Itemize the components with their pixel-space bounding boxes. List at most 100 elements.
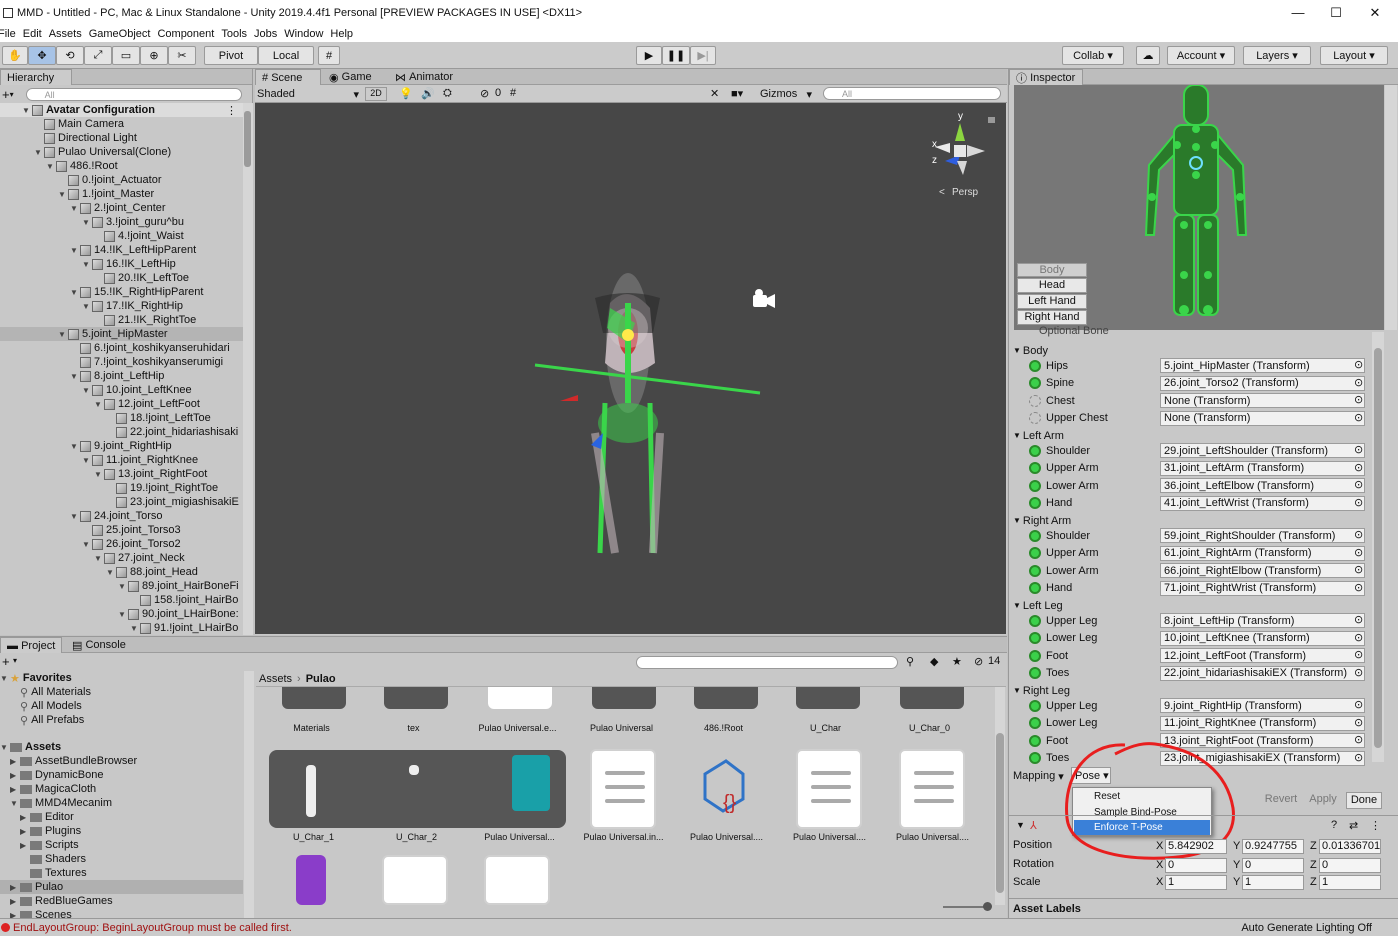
rect-tool-icon[interactable]: ▭ <box>112 46 140 65</box>
icon-size-slider-handle[interactable] <box>983 902 992 911</box>
menu-edit[interactable]: Edit <box>23 28 42 40</box>
object-picker-icon[interactable]: ⊙ <box>1354 581 1363 594</box>
asset-thumbnail[interactable] <box>694 687 758 709</box>
expand-triangle-icon[interactable]: ▼ <box>118 582 128 591</box>
object-picker-icon[interactable]: ⊙ <box>1354 443 1363 456</box>
bone-status-icon[interactable] <box>1029 667 1041 679</box>
bone-status-icon[interactable] <box>1029 462 1041 474</box>
hierarchy-scrollbar[interactable] <box>243 103 253 635</box>
project-folder-row[interactable]: ▶ Pulao <box>0 880 243 894</box>
bone-status-icon[interactable] <box>1029 699 1041 712</box>
folder-scrollbar[interactable] <box>244 671 254 919</box>
project-folder-row[interactable]: ▼ Assets <box>0 740 243 754</box>
hierarchy-search-input[interactable]: All <box>25 88 242 101</box>
expand-triangle-icon[interactable]: ▼ <box>118 610 128 619</box>
collab-button[interactable]: Collab ▾ <box>1062 46 1124 65</box>
breadcrumb-assets[interactable]: Assets <box>259 673 292 685</box>
hierarchy-row[interactable]: ▼ Pulao Universal(Clone) <box>0 145 243 159</box>
scale-y-field[interactable]: 1 <box>1242 875 1304 890</box>
bone-transform-field[interactable]: 41.joint_LeftWrist (Transform) <box>1160 495 1365 511</box>
lighting-status[interactable]: Auto Generate Lighting Off <box>1241 922 1372 934</box>
chevron-down-icon[interactable]: ▾ <box>10 90 14 99</box>
object-picker-icon[interactable]: ⊙ <box>1354 613 1363 626</box>
grid-snap-icon[interactable]: # <box>318 46 340 65</box>
hierarchy-row[interactable]: Directional Light <box>0 131 243 145</box>
bone-status-icon[interactable] <box>1029 752 1041 764</box>
pivot-button[interactable]: Pivot <box>204 46 258 65</box>
object-picker-icon[interactable]: ⊙ <box>1354 733 1363 746</box>
bone-status-icon[interactable] <box>1029 614 1041 627</box>
object-picker-icon[interactable]: ⊙ <box>1354 563 1363 576</box>
expand-triangle-icon[interactable]: ▼ <box>82 302 92 311</box>
lighting-icon[interactable]: 💡 <box>399 87 413 100</box>
expand-triangle-icon[interactable]: ▶ <box>20 841 30 850</box>
layout-button[interactable]: Layout ▾ <box>1320 46 1388 65</box>
bone-status-icon[interactable] <box>1029 632 1041 644</box>
project-folder-row[interactable]: ⚲ All Models <box>0 699 243 713</box>
asset-labels-header[interactable]: Asset Labels <box>1008 898 1398 918</box>
hierarchy-row[interactable]: Main Camera <box>0 117 243 131</box>
rotation-z-field[interactable]: 0 <box>1319 858 1381 873</box>
bone-status-icon[interactable] <box>1029 529 1041 542</box>
hand-tool-icon[interactable]: ✋ <box>2 46 28 65</box>
bone-status-icon[interactable] <box>1029 479 1041 492</box>
hierarchy-row[interactable]: ▼ 11.joint_RightKnee <box>0 453 243 467</box>
hierarchy-row[interactable]: ▼ 486.!Root <box>0 159 243 173</box>
expand-triangle-icon[interactable]: ▼ <box>94 470 104 479</box>
persp-label[interactable]: < <box>939 187 945 198</box>
right-hand-tab-button[interactable]: Right Hand <box>1017 310 1087 325</box>
pause-button[interactable]: ❚❚ <box>662 46 690 65</box>
expand-triangle-icon[interactable]: ▼ <box>0 674 10 683</box>
chevron-down-icon[interactable]: ▼ <box>1016 820 1025 830</box>
expand-triangle-icon[interactable]: ▶ <box>10 897 20 906</box>
scene-viewport[interactable]: y x z < Persp <box>255 103 1006 634</box>
expand-triangle-icon[interactable]: ▼ <box>94 554 104 563</box>
expand-triangle-icon[interactable]: ▶ <box>20 827 30 836</box>
hierarchy-row[interactable]: ▼ 9.joint_RightHip <box>0 439 243 453</box>
filter-label-icon[interactable]: ◆ <box>930 655 938 668</box>
gizmos-dropdown[interactable]: Gizmos ▾ <box>757 86 815 102</box>
expand-triangle-icon[interactable]: ▼ <box>82 456 92 465</box>
expand-triangle-icon[interactable]: ▶ <box>10 771 20 780</box>
project-folder-row[interactable]: ▶ MagicaCloth <box>0 782 243 796</box>
hierarchy-row[interactable]: ▼ 27.joint_Neck <box>0 551 243 565</box>
project-folder-row[interactable]: Shaders <box>0 852 243 866</box>
asset-label[interactable]: Pulao Universal.... <box>782 832 877 842</box>
asset-label[interactable]: U_Char_1 <box>266 832 361 842</box>
bone-transform-field[interactable]: 22.joint_hidariashisakiEX (Transform) <box>1160 665 1365 681</box>
project-folder-row[interactable]: ▶ Editor <box>0 810 243 824</box>
custom-tool-icon[interactable]: ✂ <box>168 46 196 65</box>
project-folder-row[interactable]: ▶ DynamicBone <box>0 768 243 782</box>
bone-status-icon[interactable] <box>1029 649 1041 662</box>
asset-thumbnail[interactable] <box>592 687 656 709</box>
object-picker-icon[interactable]: ⊙ <box>1354 631 1363 644</box>
tab-inspector[interactable]: ⓘ Inspector <box>1009 69 1083 85</box>
asset-thumbnail[interactable] <box>409 765 419 775</box>
hierarchy-row[interactable]: 4.!joint_Waist <box>0 229 243 243</box>
axis-z-label[interactable]: Z <box>1310 859 1317 871</box>
asset-label[interactable]: 486.!Root <box>676 723 771 733</box>
preview-scrollbar[interactable] <box>1385 85 1397 330</box>
expand-triangle-icon[interactable]: ▼ <box>0 743 10 752</box>
hierarchy-row[interactable]: ▼ 91.!joint_LHairBo <box>0 621 243 635</box>
head-tab-button[interactable]: Head <box>1017 278 1087 293</box>
bone-transform-field[interactable]: None (Transform) <box>1160 410 1365 426</box>
object-picker-icon[interactable]: ⊙ <box>1354 411 1363 424</box>
hierarchy-row[interactable]: ▼ 90.joint_LHairBone: <box>0 607 243 621</box>
bone-status-icon[interactable] <box>1029 359 1041 372</box>
project-folder-row[interactable]: ▶ RedBlueGames <box>0 894 243 908</box>
asset-thumbnail[interactable] <box>306 765 316 817</box>
hierarchy-row[interactable]: ▼ 8.joint_LeftHip <box>0 369 243 383</box>
bone-status-icon[interactable] <box>1029 412 1041 424</box>
bone-transform-field[interactable]: 10.joint_LeftKnee (Transform) <box>1160 630 1365 646</box>
expand-triangle-icon[interactable]: ▶ <box>10 785 20 794</box>
create-button[interactable]: + <box>2 87 10 102</box>
hierarchy-row[interactable]: 25.joint_Torso3 <box>0 523 243 537</box>
bone-transform-field[interactable]: 29.joint_LeftShoulder (Transform) <box>1160 443 1365 458</box>
expand-triangle-icon[interactable]: ▼ <box>70 246 80 255</box>
bone-transform-field[interactable]: 26.joint_Torso2 (Transform) <box>1160 375 1365 391</box>
axis-y-label[interactable]: Y <box>1233 840 1240 852</box>
bone-status-icon[interactable] <box>1029 547 1041 559</box>
revert-button[interactable]: Revert <box>1262 793 1300 808</box>
menu-help[interactable]: Help <box>330 28 353 40</box>
